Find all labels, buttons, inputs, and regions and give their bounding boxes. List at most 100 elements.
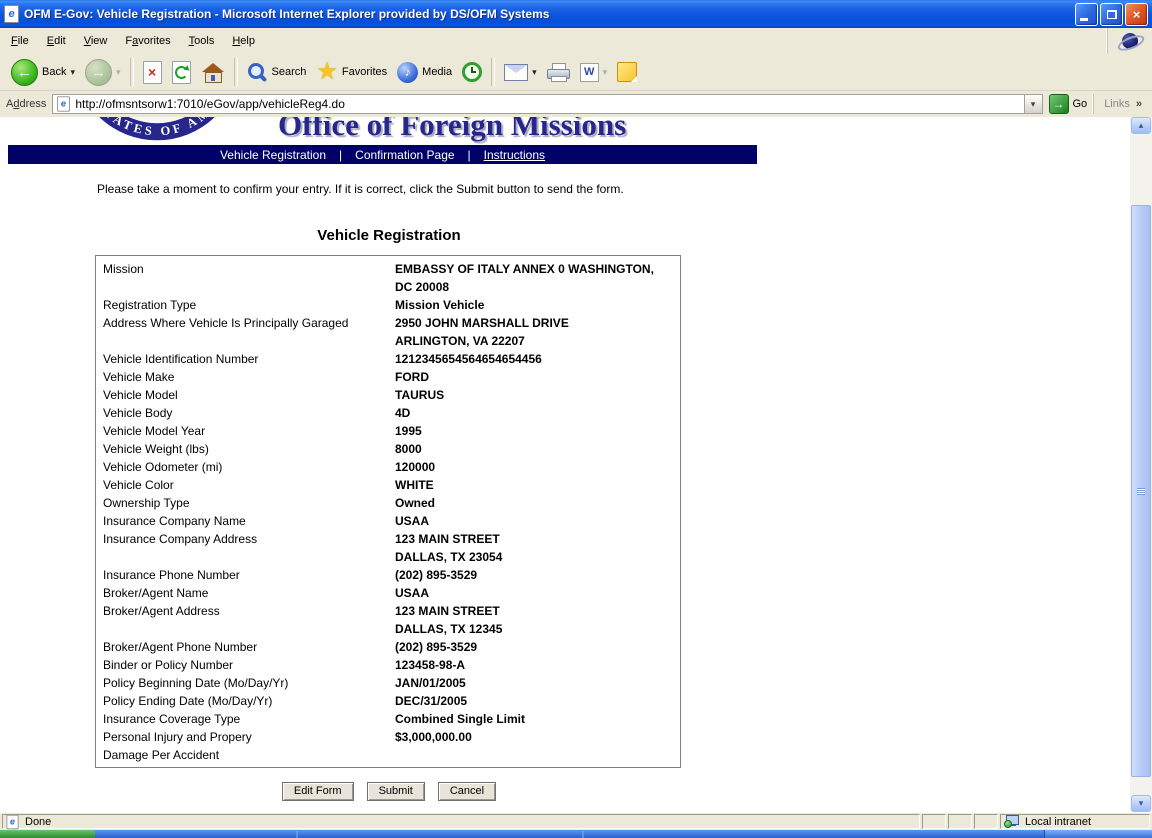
media-label: Media: [422, 66, 452, 78]
favorites-button[interactable]: ★ Favorites: [311, 57, 392, 87]
scroll-up-button[interactable]: ▴: [1131, 117, 1151, 134]
ofm-seal-icon: STATES OF AM: [72, 117, 242, 142]
media-button[interactable]: ♪ Media: [392, 57, 457, 87]
scroll-down-button[interactable]: ▾: [1131, 795, 1151, 812]
table-row: Registration TypeMission Vehicle: [96, 296, 680, 314]
address-url[interactable]: http://ofmsntsorw1:7010/eGov/app/vehicle…: [75, 97, 1023, 111]
site-title: Office of Foreign Missions: [278, 117, 626, 143]
security-zone-label: Local intranet: [1025, 816, 1091, 828]
messenger-note-icon: [617, 62, 637, 82]
nav-separator: |: [339, 148, 342, 162]
edit-with-word-button[interactable]: W ▾: [575, 57, 613, 87]
status-bar: e Done Local intranet: [0, 812, 1152, 830]
row-value: Mission Vehicle: [395, 296, 673, 314]
cancel-button[interactable]: Cancel: [438, 782, 496, 801]
row-label: Registration Type: [103, 296, 395, 314]
search-icon: [247, 62, 268, 83]
back-dropdown-icon[interactable]: ▾: [70, 67, 75, 78]
table-row: Insurance Coverage TypeCombined Single L…: [96, 710, 680, 728]
ie-window: { "window": { "title": "OFM E-Gov: Vehic…: [0, 0, 1152, 838]
row-value: Owned: [395, 494, 673, 512]
address-dropdown-button[interactable]: ▾: [1024, 95, 1042, 113]
refresh-button[interactable]: [167, 57, 196, 87]
table-row: Vehicle Body4D: [96, 404, 680, 422]
table-row: Broker/Agent Address123 MAIN STREET DALL…: [96, 602, 680, 638]
status-spacer-panel: [948, 814, 972, 829]
mail-dropdown-icon[interactable]: ▾: [532, 67, 537, 78]
print-icon: [547, 63, 570, 81]
scroll-down-icon: ▾: [1139, 798, 1144, 809]
table-row: Vehicle Model Year1995: [96, 422, 680, 440]
address-bar: Address e http://ofmsntsorw1:7010/eGov/a…: [0, 91, 1152, 117]
row-label: Personal Injury and Propery Damage Per A…: [103, 728, 395, 764]
menu-bar: FileEditViewFavoritesToolsHelp: [0, 28, 1152, 55]
table-row: Broker/Agent NameUSAA: [96, 584, 680, 602]
stop-button[interactable]: ×: [138, 57, 167, 87]
nav-link-vehicle-registration[interactable]: Vehicle Registration: [220, 148, 326, 162]
row-label: Policy Beginning Date (Mo/Day/Yr): [103, 674, 395, 692]
row-label: Insurance Company Address: [103, 530, 395, 548]
links-chevron-icon[interactable]: »: [1136, 98, 1142, 110]
forward-icon: →: [85, 59, 112, 86]
row-value: 8000: [395, 440, 673, 458]
links-bar[interactable]: Links »: [1093, 94, 1150, 114]
status-text: Done: [25, 816, 51, 828]
menu-help[interactable]: Help: [223, 32, 264, 50]
minimize-button[interactable]: [1075, 3, 1098, 26]
table-row: Ownership TypeOwned: [96, 494, 680, 512]
row-label: Insurance Company Name: [103, 512, 395, 530]
table-row: Vehicle ColorWHITE: [96, 476, 680, 494]
edit-form-button[interactable]: Edit Form: [282, 782, 354, 801]
restore-button[interactable]: [1100, 3, 1123, 26]
nav-link-confirmation-page[interactable]: Confirmation Page: [355, 148, 454, 162]
status-page-icon: e: [7, 814, 19, 828]
media-icon: ♪: [397, 62, 418, 83]
menu-file[interactable]: File: [2, 32, 38, 50]
windows-taskbar[interactable]: [0, 830, 1152, 838]
go-button[interactable]: → Go: [1049, 94, 1088, 114]
history-button[interactable]: [457, 57, 487, 87]
mail-icon: [504, 64, 528, 81]
row-value: USAA: [395, 512, 673, 530]
title-bar: e OFM E-Gov: Vehicle Registration - Micr…: [0, 0, 1152, 28]
home-button[interactable]: [196, 57, 230, 87]
row-label: Vehicle Odometer (mi): [103, 458, 395, 476]
links-label: Links: [1104, 98, 1130, 110]
mail-button[interactable]: ▾: [499, 57, 542, 87]
row-value: (202) 895-3529: [395, 566, 673, 584]
messenger-button[interactable]: [612, 57, 642, 87]
row-label: Insurance Phone Number: [103, 566, 395, 584]
row-value: 1212345654564654654456: [395, 350, 673, 368]
close-icon: ×: [1133, 7, 1141, 22]
nav-link-instructions[interactable]: Instructions: [484, 148, 545, 162]
row-label: Vehicle Model: [103, 386, 395, 404]
print-button[interactable]: [542, 57, 575, 87]
url-page-icon: e: [58, 96, 71, 111]
table-row: Personal Injury and Propery Damage Per A…: [96, 728, 680, 764]
row-label: Mission: [103, 260, 395, 278]
menu-tools[interactable]: Tools: [180, 32, 224, 50]
menu-view[interactable]: View: [75, 32, 117, 50]
row-label: Vehicle Weight (lbs): [103, 440, 395, 458]
form-heading: Vehicle Registration: [95, 227, 683, 244]
vertical-scrollbar[interactable]: ▴ ▾: [1130, 117, 1152, 812]
menu-edit[interactable]: Edit: [38, 32, 75, 50]
start-button-sliver[interactable]: [0, 830, 95, 838]
menu-favorites[interactable]: Favorites: [116, 32, 179, 50]
address-input[interactable]: e http://ofmsntsorw1:7010/eGov/app/vehic…: [52, 94, 1042, 114]
go-label: Go: [1073, 98, 1088, 110]
search-button[interactable]: Search: [242, 57, 312, 87]
scrollbar-thumb[interactable]: [1131, 205, 1151, 777]
back-button[interactable]: ← Back ▾: [6, 57, 80, 87]
refresh-icon: [172, 61, 191, 84]
row-label: Vehicle Make: [103, 368, 395, 386]
close-button[interactable]: ×: [1125, 3, 1148, 26]
form-buttons: Edit Form Submit Cancel: [95, 782, 683, 801]
history-icon: [462, 62, 482, 82]
submit-button[interactable]: Submit: [367, 782, 425, 801]
search-label: Search: [272, 66, 307, 78]
forward-button[interactable]: → ▾: [80, 57, 126, 87]
throbber-zone: [1107, 28, 1152, 54]
table-row: Policy Ending Date (Mo/Day/Yr)DEC/31/200…: [96, 692, 680, 710]
table-row: Vehicle Odometer (mi)120000: [96, 458, 680, 476]
